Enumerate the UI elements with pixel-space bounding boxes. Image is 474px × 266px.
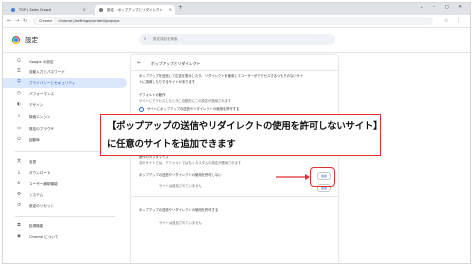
power-icon: ⏻ <box>17 137 21 142</box>
back-arrow-icon[interactable]: ← <box>137 60 141 66</box>
sidebar-item-extensions[interactable]: ⧉ 拡張機能 <box>15 221 115 231</box>
arrow-right-icon <box>276 174 310 180</box>
default-behavior-sub: サイトにアクセスしたときに自動的にこの設定が適用されます <box>139 99 232 103</box>
divider <box>131 196 338 197</box>
tab-bar: TOP | Sales Crowd × 設定 - ポップアップとリダイレクト ×… <box>3 3 470 15</box>
shield-icon: ⛨ <box>17 80 21 85</box>
sidebar-item-about-chrome[interactable]: ◉ Chrome について <box>15 232 115 242</box>
search-placeholder: 設定項目を検索 <box>153 37 178 41</box>
settings-card: ← ポップアップとリダイレクト ポップアップを送信して広告を表示したり、リダイレ… <box>131 55 338 263</box>
browser-window: TOP | Sales Crowd × 設定 - ポップアップとリダイレクト ×… <box>2 2 471 264</box>
sidebar-item-system[interactable]: ⚙ システム <box>15 190 115 200</box>
section-title: ポップアップとリダイレクト <box>151 61 201 66</box>
customize-sub: 次のサイトでは、デフォルトではなくカスタムの設定が適用されます <box>139 161 242 165</box>
highlight-ring <box>310 167 335 187</box>
default-behavior-heading: デフォルトの動作 <box>139 93 166 97</box>
palette-icon: ◐ <box>17 102 21 107</box>
sidebar-item-downloads[interactable]: ⤓ ダウンロード <box>15 168 115 178</box>
sidebar-item-privacy[interactable]: ⛨ プライバシーとセキュリティ <box>3 78 127 88</box>
speedometer-icon: ◷ <box>17 91 21 96</box>
sidebar-item-appearance[interactable]: ◐ デザイン <box>15 100 115 110</box>
sidebar-item-autofill[interactable]: ⚿ 自動入力とパスワード <box>15 67 115 77</box>
sidebar-item-google[interactable]: G Google の設定 <box>15 57 115 67</box>
chrome-icon: ◉ <box>17 234 21 239</box>
wrench-icon: ⚙ <box>16 192 22 197</box>
allow-list-empty: サイトは追加されていません <box>159 221 202 225</box>
favicon-icon <box>11 8 15 12</box>
description-line-2: トに誘導したりするサイトがあります <box>139 80 196 84</box>
browser-icon: ▭ <box>16 126 22 131</box>
divider <box>131 70 338 71</box>
sidebar-item-performance[interactable]: ◷ パフォーマンス <box>15 89 115 99</box>
sidebar: G Google の設定 ⚿ 自動入力とパスワード ⛨ プライバシーとセキュリティ ◷… <box>3 53 127 263</box>
description-line-1: ポップアップを送信して広告を表示したり、リダイレクトを使用してユーザーがアクセス… <box>139 74 304 78</box>
sidebar-divider <box>15 216 115 217</box>
option-allow-label: サイトにポップアップの送信やリダイレクトの使用を許可する <box>147 107 240 111</box>
tab-title: 設定 - ポップアップとリダイレクト <box>107 8 163 12</box>
page-title: 設定 <box>25 36 38 44</box>
back-arrow-icon[interactable]: ← <box>7 15 11 27</box>
callout-line-1: 【ポップアップの送信やリダイレクトの使用を許可しないサイト】 <box>107 121 383 132</box>
sidebar-item-reset[interactable]: ↺ 設定のリセット <box>15 201 115 211</box>
radio-allow[interactable] <box>139 107 144 112</box>
key-icon: ⚿ <box>17 69 21 74</box>
reload-icon[interactable]: ↻ <box>23 15 27 27</box>
window-controls[interactable]: ⌄ – ▢ ✕ <box>420 3 466 13</box>
language-icon: 文 <box>16 159 22 164</box>
settings-header: 設定 ⌕ 設定項目を検索 <box>3 28 470 53</box>
chrome-logo-icon <box>12 36 20 44</box>
tab-settings[interactable]: 設定 - ポップアップとリダイレクト × <box>95 5 175 15</box>
toolbar-actions[interactable]: ☆ ⋮ <box>444 15 464 27</box>
accessibility-icon: ♿ <box>16 181 22 186</box>
tab-sales-crowd[interactable]: TOP | Sales Crowd × <box>7 5 89 15</box>
search-icon: ⌕ <box>17 114 21 119</box>
gear-icon <box>99 8 103 12</box>
sidebar-item-accessibility[interactable]: ♿ ユーザー補助機能 <box>15 179 115 189</box>
download-icon: ⤓ <box>18 170 20 175</box>
reset-icon: ↺ <box>17 203 21 208</box>
allow-list-heading: ポップアップの送信やリダイレクトの使用を許可する <box>139 208 219 212</box>
tab-title: TOP | Sales Crowd <box>19 8 51 12</box>
close-icon[interactable]: × <box>169 5 172 15</box>
forward-arrow-icon[interactable]: → <box>15 15 19 27</box>
puzzle-icon: ⧉ <box>17 223 21 228</box>
annotation-callout: 【ポップアップの送信やリダイレクトの使用を許可しないサイト】 に任意のサイトを追… <box>100 114 383 156</box>
url-text: chrome://settings/content/popups <box>58 19 120 23</box>
callout-line-2: に任意のサイトを追加できます <box>107 139 236 150</box>
address-bar[interactable]: Chrome chrome://settings/content/popups <box>33 17 433 25</box>
search-icon: ⌕ <box>144 37 147 42</box>
toolbar: ← → ↻ Chrome chrome://settings/content/p… <box>3 15 470 28</box>
block-list-empty: サイトは追加されていません <box>159 184 202 188</box>
close-icon[interactable]: × <box>83 5 86 15</box>
settings-search-input[interactable]: ⌕ 設定項目を検索 <box>139 34 335 45</box>
new-tab-button[interactable]: + <box>178 4 183 11</box>
site-chip[interactable]: Chrome <box>37 18 55 24</box>
block-list-heading: ポップアップの送信やリダイレクトの使用を許可しない <box>139 173 222 177</box>
sidebar-item-languages[interactable]: 文言語 <box>15 157 115 167</box>
google-icon: G <box>17 59 21 64</box>
